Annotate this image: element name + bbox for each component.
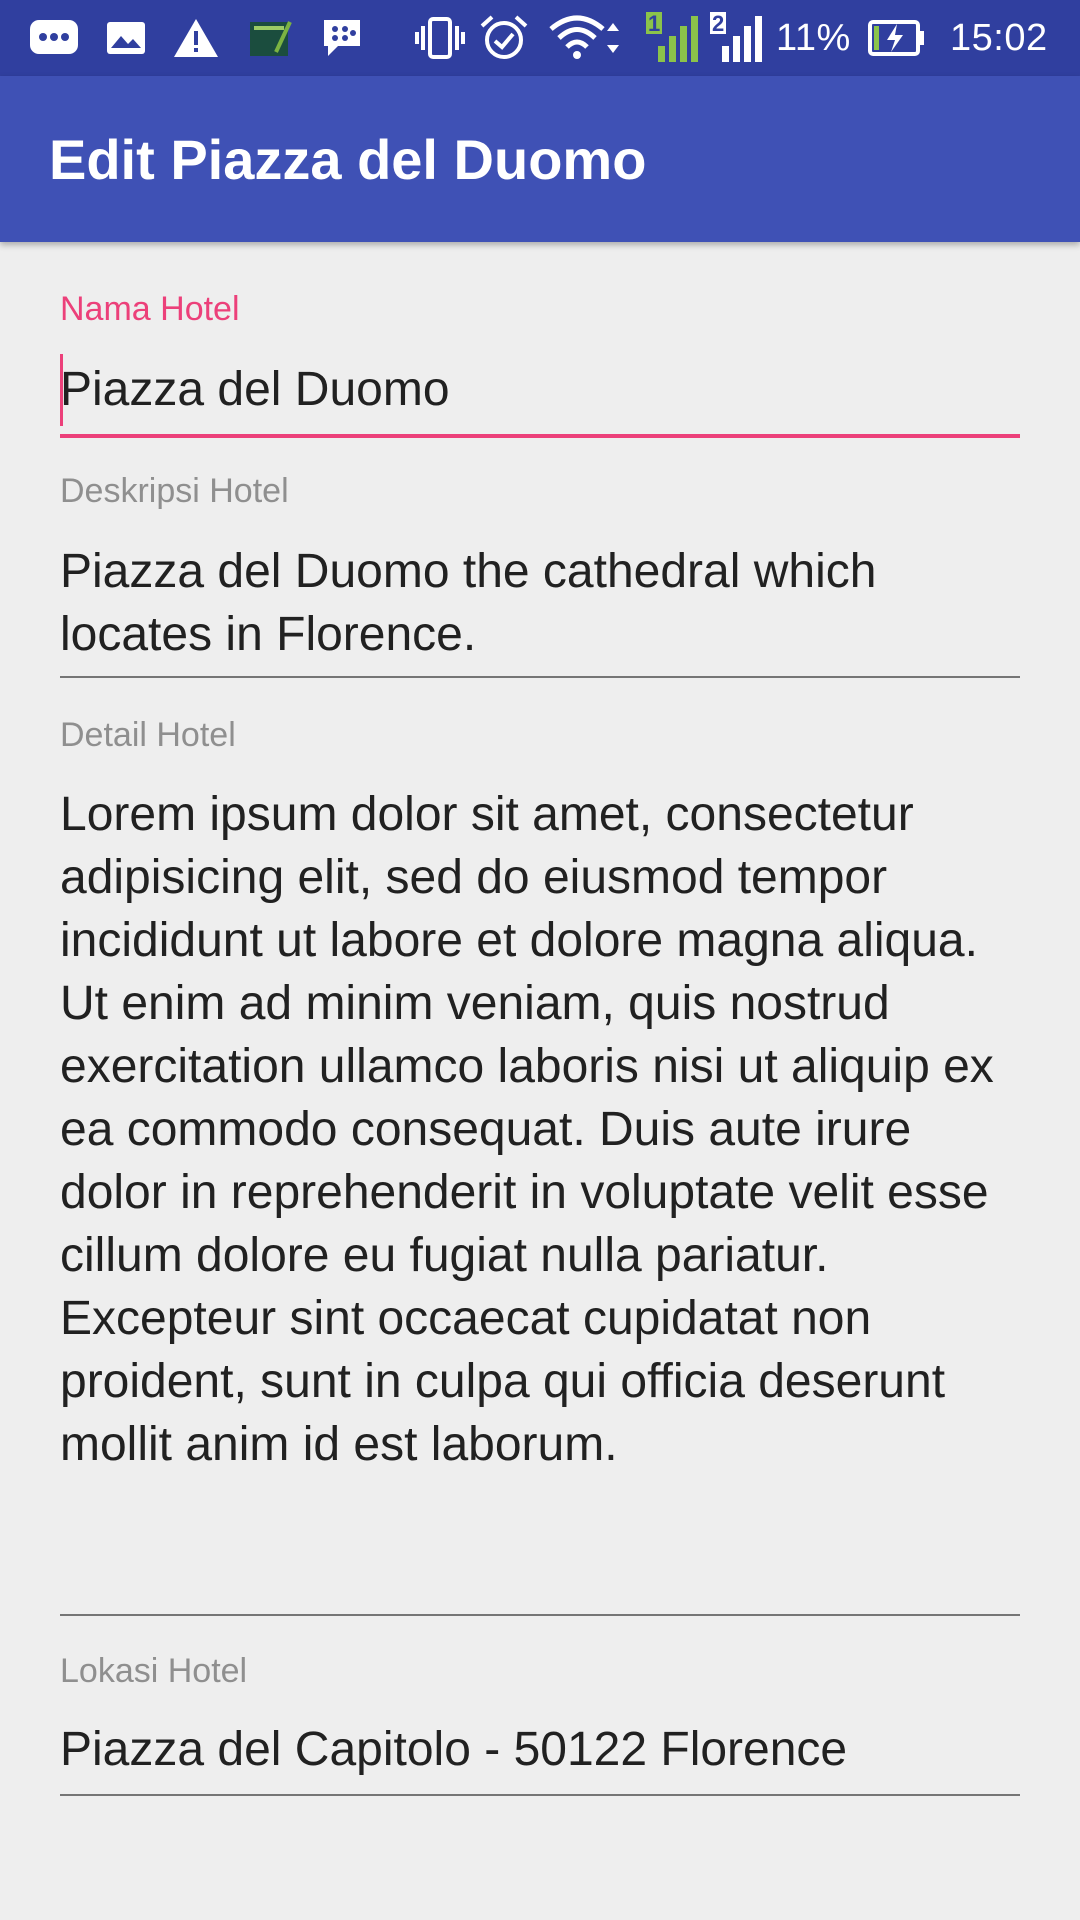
vibrate-icon (412, 0, 468, 76)
alarm-icon (478, 0, 530, 76)
image-icon (104, 0, 148, 76)
status-bar: 1 2 11% 15:02 (0, 0, 1080, 76)
hotel-location-label: Lokasi Hotel (60, 1652, 248, 1690)
hotel-detail-underline (60, 1614, 1020, 1616)
battery-percent: 11% (776, 16, 851, 59)
hotel-description-underline (60, 676, 1020, 678)
notebook-icon (244, 0, 296, 76)
hotel-name-underline (60, 434, 1020, 438)
hotel-location-input[interactable]: Piazza del Capitolo - 50122 Florence (60, 1718, 1020, 1781)
hotel-location-underline (60, 1794, 1020, 1796)
page-title: Edit Piazza del Duomo (49, 127, 647, 191)
sim2-label: 2 (712, 11, 725, 36)
bbm-icon (318, 0, 366, 76)
hotel-detail-label: Detail Hotel (60, 716, 236, 754)
hotel-description-label: Deskripsi Hotel (60, 472, 289, 510)
wifi-icon (546, 0, 628, 76)
hotel-name-input[interactable]: Piazza del Duomo (60, 358, 1020, 421)
battery-charging-icon (866, 0, 928, 76)
message-icon (26, 0, 82, 76)
clock: 15:02 (950, 16, 1048, 59)
hotel-name-label: Nama Hotel (60, 290, 240, 328)
warning-icon (170, 0, 222, 76)
app-toolbar: Edit Piazza del Duomo (0, 76, 1080, 242)
sim1-label: 1 (648, 11, 661, 36)
hotel-description-input[interactable]: Piazza del Duomo the cathedral which loc… (60, 540, 1020, 666)
hotel-detail-input[interactable]: Lorem ipsum dolor sit amet, consectetur … (60, 783, 1020, 1476)
